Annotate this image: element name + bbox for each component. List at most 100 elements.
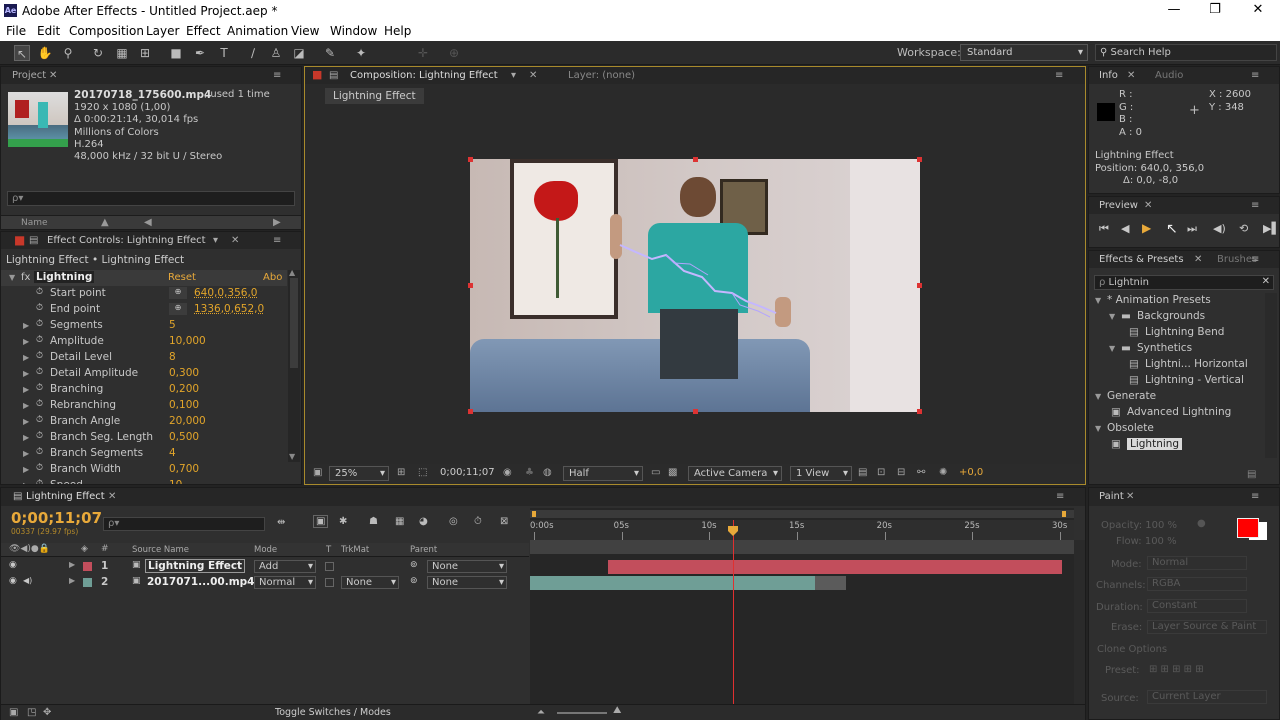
menu-view[interactable]: View (291, 24, 319, 38)
expand-switches-icon[interactable]: ▣ (9, 707, 18, 718)
effects-tree-item[interactable]: ▼ ▬ Synthetics (1089, 341, 1265, 357)
safe-zones-icon[interactable]: ⊞ (397, 467, 405, 478)
layer-name[interactable]: Lightning Effect (145, 559, 246, 573)
toggle-pixel-aspect-icon[interactable]: ▤ (858, 467, 867, 478)
close-icon[interactable]: ✕ (231, 235, 239, 246)
expand-modes-icon[interactable]: ◳ (27, 707, 36, 718)
close-icon[interactable]: ✕ (1127, 70, 1135, 81)
effect-property-value[interactable]: 0,500 (169, 431, 199, 443)
bounding-handle[interactable] (693, 157, 698, 162)
previous-frame-icon[interactable]: ◀ (1121, 222, 1129, 235)
comp-flowchart-tab[interactable]: Lightning Effect (325, 88, 424, 104)
tab-paint[interactable]: Paint (1099, 491, 1124, 502)
camera-tool-icon[interactable]: ▦ (114, 45, 130, 61)
zoom-tool-icon[interactable]: ⚲ (60, 45, 76, 61)
menu-window[interactable]: Window (330, 24, 377, 38)
close-icon[interactable]: ✕ (1126, 491, 1134, 502)
exposure-value[interactable]: +0,0 (959, 467, 983, 478)
timeline-search-input[interactable]: ρ▾ (103, 517, 265, 531)
effect-property-row[interactable]: ▶ ⏱ Segments 5 (1, 318, 287, 334)
play-icon[interactable]: ▶ (1142, 221, 1151, 235)
view-layout-select[interactable]: 1 View ▾ (790, 466, 852, 481)
point-crosshair-icon[interactable]: ⊕ (169, 287, 187, 299)
bounding-handle[interactable] (468, 409, 473, 414)
expand-icon[interactable]: ▼ (1109, 344, 1115, 353)
effect-property-value[interactable]: 5 (169, 319, 176, 331)
show-snapshot-icon[interactable]: ♣ (525, 467, 534, 478)
camera-select[interactable]: Active Camera ▾ (688, 466, 782, 481)
auto-keyframe-icon[interactable]: ⏱ (474, 516, 482, 527)
reset-link[interactable]: Reset (168, 272, 196, 283)
effect-property-row[interactable]: ▶ ⏱ Branch Angle 20,000 (1, 414, 287, 430)
pick-whip-icon[interactable]: ⊚ (410, 576, 418, 586)
bounding-handle[interactable] (468, 157, 473, 162)
menu-layer[interactable]: Layer (146, 24, 179, 38)
effect-property-row[interactable]: ▶ ⏱ Amplitude 10,000 (1, 334, 287, 350)
scroll-left-icon[interactable]: ◀ (144, 217, 152, 228)
expand-icon[interactable]: ▶ (23, 321, 29, 330)
effect-property-value[interactable]: 4 (169, 447, 176, 459)
lock-icon[interactable]: ■ (312, 68, 322, 81)
tab-preview[interactable]: Preview (1099, 200, 1138, 211)
col-name[interactable]: Name (21, 218, 48, 228)
effect-property-row[interactable]: ▶ ⏱ Branch Segments 4 (1, 446, 287, 462)
scroll-down-icon[interactable]: ▼ (289, 452, 295, 461)
pick-whip-icon[interactable]: ⊚ (410, 560, 418, 570)
visibility-eye-icon[interactable]: ◉ (9, 576, 17, 586)
type-tool-icon[interactable]: T (216, 45, 232, 61)
roto-brush-tool-icon[interactable]: ✎ (322, 45, 338, 61)
twirl-icon[interactable]: ▶ (69, 560, 75, 569)
timeline-icon[interactable]: ⊟ (897, 467, 905, 478)
stopwatch-icon[interactable]: ⏱ (36, 383, 43, 393)
expand-icon[interactable]: ▼ (9, 273, 15, 282)
zoom-select[interactable]: 25% ▾ (329, 466, 389, 481)
effect-property-value[interactable]: 0,700 (169, 463, 199, 475)
panel-menu-icon[interactable]: ≡ (1251, 200, 1259, 211)
expand-icon[interactable]: ▶ (23, 433, 29, 442)
menu-animation[interactable]: Animation (227, 24, 288, 38)
effect-property-row[interactable]: ⏱ End point ⊕ 1336,0,652,0 (1, 302, 287, 318)
exposure-reset-icon[interactable]: ✺ (939, 467, 947, 478)
hand-tool-icon[interactable]: ✋ (37, 45, 53, 61)
transparency-grid-icon[interactable]: ▩ (668, 467, 677, 478)
menu-edit[interactable]: Edit (37, 24, 60, 38)
mute-audio-icon[interactable]: ◀) (1213, 222, 1226, 235)
effects-scrollbar[interactable] (1265, 293, 1277, 458)
menu-file[interactable]: File (6, 24, 26, 38)
effect-property-value[interactable]: 640,0,356,0 (194, 287, 257, 299)
effect-property-value[interactable]: 1336,0,652,0 (194, 303, 264, 315)
stopwatch-icon[interactable]: ⏱ (36, 463, 43, 473)
menu-help[interactable]: Help (384, 24, 411, 38)
first-frame-icon[interactable]: ⏮ (1099, 222, 1109, 236)
scroll-up-icon[interactable]: ▲ (289, 268, 295, 277)
effects-tree-item[interactable]: ▼ ▬ Backgrounds (1089, 309, 1265, 325)
effect-property-row[interactable]: ▶ ⏱ Branching 0,200 (1, 382, 287, 398)
effect-property-row[interactable]: ▶ ⏱ Speed 10 (1, 478, 287, 484)
expand-icon[interactable]: ▼ (1095, 392, 1101, 401)
time-graph[interactable]: 0:00s 05s 10s 15s 20s 25s 30s (530, 508, 1074, 710)
expand-icon[interactable]: ▶ (23, 401, 29, 410)
shy-layers-icon[interactable]: ☗ (369, 516, 378, 527)
color-channel-icon[interactable]: ◍ (543, 467, 552, 478)
stopwatch-icon[interactable]: ⏱ (36, 351, 43, 361)
layer-mode-select[interactable]: Add ▾ (254, 560, 316, 573)
comp-mini-flowchart-icon[interactable]: ⇹ (277, 517, 285, 528)
brainstorm-icon[interactable]: ◎ (449, 516, 458, 527)
effect-property-value[interactable]: 10,000 (169, 335, 206, 347)
preserve-transparency-box[interactable] (325, 578, 334, 587)
mask-visibility-icon[interactable]: ⬚ (418, 467, 427, 478)
tab-audio[interactable]: Audio (1155, 70, 1183, 81)
twirl-icon[interactable]: ▶ (69, 576, 75, 585)
trkmat-select[interactable]: None ▾ (341, 576, 399, 589)
close-icon[interactable]: ✕ (529, 70, 537, 81)
effects-tree-item[interactable]: ▤ Lightni... Horizontal (1089, 357, 1265, 373)
lock-icon[interactable]: ■ (14, 233, 25, 247)
close-button[interactable]: ✕ (1248, 2, 1268, 17)
panel-menu-icon[interactable]: ≡ (273, 70, 281, 81)
preserve-transparency-box[interactable] (325, 562, 334, 571)
current-time-indicator[interactable] (733, 520, 734, 710)
effect-property-row[interactable]: ⏱ Start point ⊕ 640,0,356,0 (1, 286, 287, 302)
effects-search-input[interactable]: ρ Lightnin ✕ (1094, 275, 1274, 290)
snapshot-icon[interactable]: ◉ (503, 467, 512, 478)
tab-info[interactable]: Info (1099, 70, 1118, 81)
